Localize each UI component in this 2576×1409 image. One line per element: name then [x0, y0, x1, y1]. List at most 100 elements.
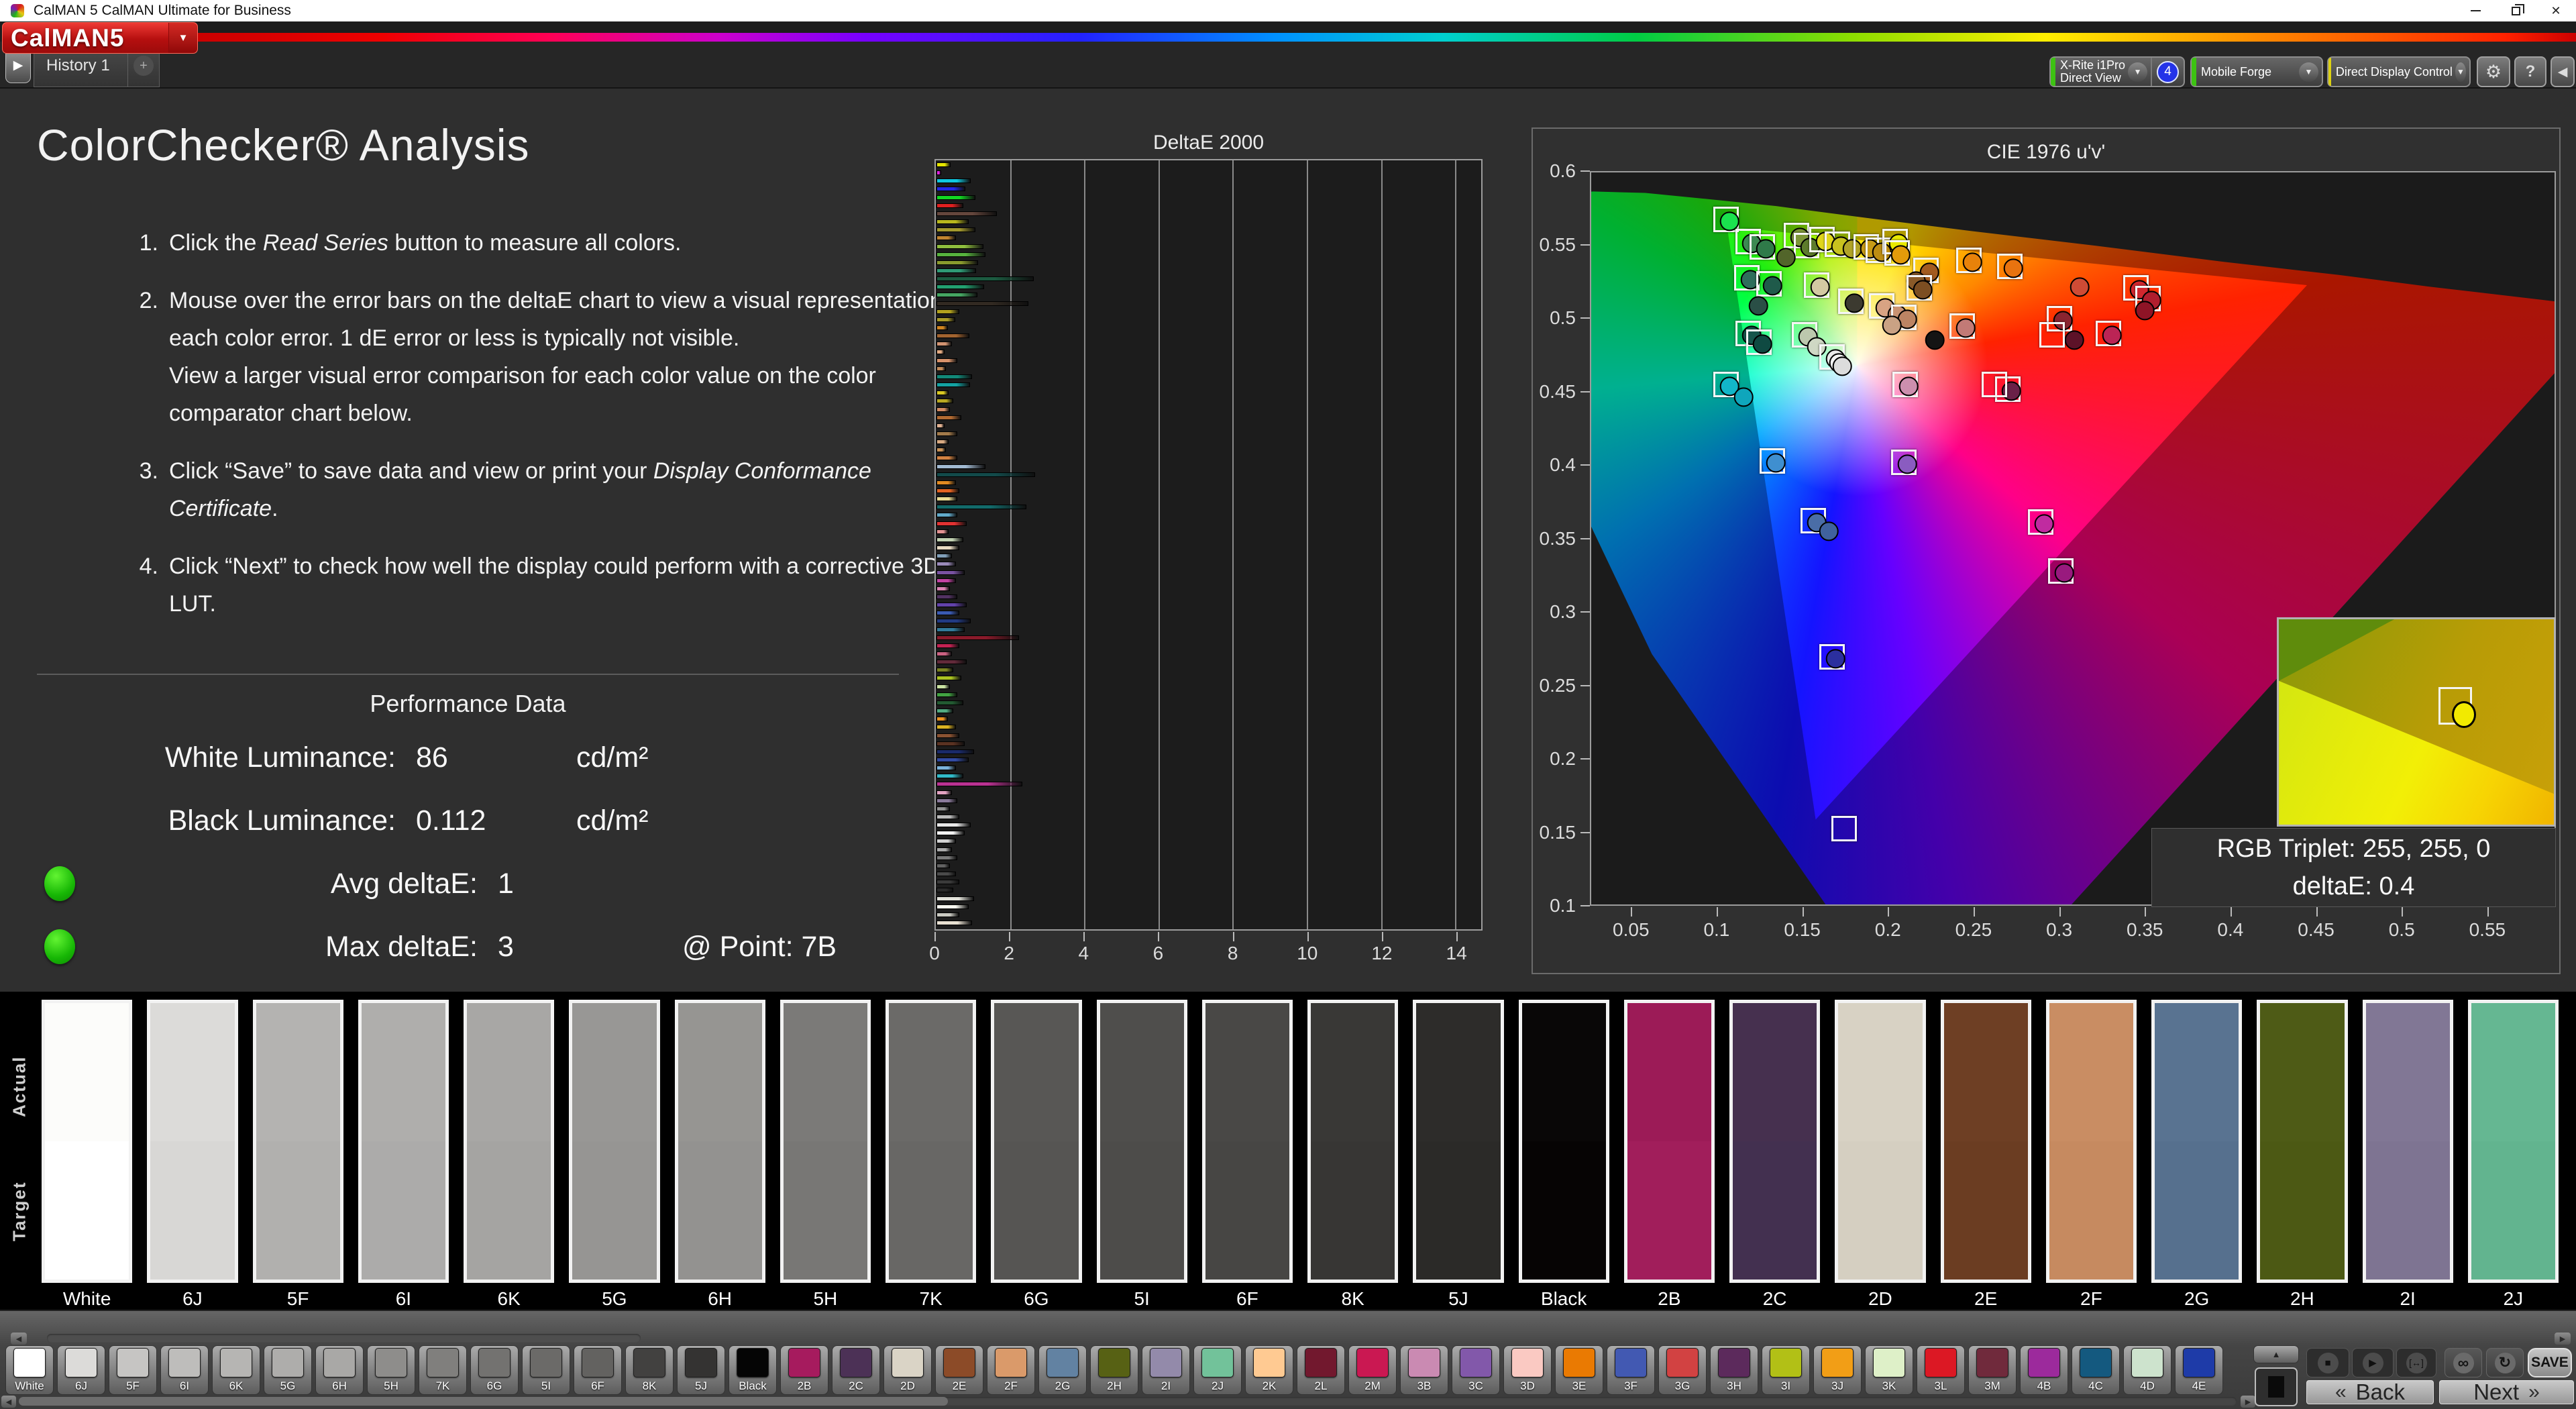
deltae-bar[interactable] [936, 635, 1019, 640]
deltae-bar[interactable] [936, 170, 941, 176]
swatch-scrollbar-thumb[interactable] [19, 1397, 948, 1406]
deltae-bar[interactable] [936, 586, 950, 591]
pattern-swatch-3e[interactable]: 3E [1555, 1345, 1603, 1395]
continuous-read-button[interactable]: ∞ [2445, 1348, 2482, 1377]
pattern-swatch-4b[interactable]: 4B [2020, 1345, 2068, 1395]
device-dropdown-1[interactable]: X-Rite i1Pro Direct View ▼ 4 [2049, 56, 2185, 87]
deltae-bar[interactable] [936, 276, 1034, 282]
deltae-bar[interactable] [936, 668, 954, 673]
deltae-bar[interactable] [936, 717, 948, 722]
deltae-bar[interactable] [936, 529, 949, 534]
device-dropdown-3[interactable]: Direct Display Control ▼ [2327, 56, 2471, 87]
deltae-bar[interactable] [936, 847, 953, 852]
deltae-bar[interactable] [936, 684, 950, 689]
pattern-swatch-5i[interactable]: 5I [522, 1345, 570, 1395]
pattern-swatch-5h[interactable]: 5H [367, 1345, 415, 1395]
deltae-bar[interactable] [936, 260, 978, 265]
deltae-bar[interactable] [936, 252, 985, 257]
pattern-swatch-white[interactable]: White [5, 1345, 54, 1395]
deltae-bar[interactable] [936, 203, 963, 208]
pattern-swatch-2i[interactable]: 2I [1142, 1345, 1190, 1395]
deltae-bar[interactable] [936, 293, 977, 298]
deltae-bar[interactable] [936, 488, 960, 493]
deltae-bar[interactable] [936, 839, 956, 844]
calman-logo-menu[interactable]: CalMAN 5 ▼ [2, 22, 198, 54]
hscroll-left-icon[interactable]: ◀ [1, 1396, 16, 1408]
pattern-swatch-7k[interactable]: 7K [419, 1345, 467, 1395]
deltae-bar[interactable] [936, 187, 966, 192]
deltae-bar[interactable] [936, 227, 976, 233]
deltae-bar[interactable] [936, 350, 945, 355]
pattern-swatch-8k[interactable]: 8K [625, 1345, 674, 1395]
pattern-swatch-black[interactable]: Black [729, 1345, 777, 1395]
deltae-bar[interactable] [936, 872, 956, 877]
pattern-swatch-4d[interactable]: 4D [2123, 1345, 2171, 1395]
pattern-swatch-6k[interactable]: 6K [212, 1345, 260, 1395]
scroll-right-icon[interactable]: ▶ [2555, 1333, 2571, 1345]
deltae-bar[interactable] [936, 399, 954, 404]
deltae-bar[interactable] [936, 537, 963, 542]
deltae-bar[interactable] [936, 521, 967, 526]
device-dropdown-2[interactable]: Mobile Forge ▼ [2190, 56, 2323, 87]
deltae-bar[interactable] [936, 815, 960, 819]
deltae-bar[interactable] [936, 651, 953, 656]
deltae-bar[interactable] [936, 896, 975, 901]
pattern-swatch-6h[interactable]: 6H [315, 1345, 364, 1395]
refresh-button[interactable]: ↻ [2486, 1348, 2524, 1377]
deltae-bar[interactable] [936, 236, 956, 241]
pattern-swatch-3f[interactable]: 3F [1607, 1345, 1655, 1395]
deltae-bar[interactable] [936, 692, 957, 697]
deltae-bar[interactable] [936, 700, 963, 705]
deltae-bar[interactable] [936, 325, 948, 330]
deltae-bar[interactable] [936, 244, 983, 249]
deltae-bar[interactable] [936, 505, 1026, 510]
deltae-bar[interactable] [936, 831, 965, 836]
pattern-swatch-2b[interactable]: 2B [780, 1345, 828, 1395]
save-button[interactable]: SAVE [2528, 1348, 2572, 1377]
pattern-swatch-3i[interactable]: 3I [1762, 1345, 1810, 1395]
pattern-swatch-2l[interactable]: 2L [1297, 1345, 1345, 1395]
deltae-bar[interactable] [936, 407, 950, 412]
back-button[interactable]: « Back [2306, 1379, 2434, 1404]
deltae-bar[interactable] [936, 912, 960, 917]
pattern-window-up-button[interactable]: ▲ [2253, 1345, 2299, 1363]
pattern-swatch-5f[interactable]: 5F [109, 1345, 157, 1395]
deltae-bar[interactable] [936, 806, 950, 811]
deltae-bar[interactable] [936, 660, 967, 665]
deltae-bar[interactable] [936, 594, 957, 599]
deltae-bar[interactable] [936, 741, 965, 746]
deltae-bar[interactable] [936, 562, 956, 567]
deltae-bar[interactable] [936, 309, 960, 314]
pattern-window-preview[interactable] [2255, 1367, 2298, 1406]
pattern-swatch-6f[interactable]: 6F [574, 1345, 622, 1395]
deltae-bar[interactable] [936, 374, 973, 379]
pattern-swatch-2e[interactable]: 2E [935, 1345, 983, 1395]
deltae-bar[interactable] [936, 554, 953, 559]
deltae-bar[interactable] [936, 456, 957, 461]
deltae-bar[interactable] [936, 757, 969, 762]
pattern-swatch-2f[interactable]: 2F [987, 1345, 1035, 1395]
pattern-swatch-6j[interactable]: 6J [57, 1345, 105, 1395]
deltae-bar[interactable] [936, 545, 960, 551]
top-scroll-track[interactable] [47, 1334, 641, 1343]
deltae-bar[interactable] [936, 570, 965, 575]
restore-button[interactable] [2496, 0, 2536, 21]
swatch-scrollbar[interactable] [19, 1397, 2237, 1406]
deltae-bar[interactable] [936, 619, 971, 624]
pattern-swatch-5g[interactable]: 5G [264, 1345, 312, 1395]
deltae-bar[interactable] [936, 382, 970, 388]
deltae-bar[interactable] [936, 643, 960, 648]
deltae-bar[interactable] [936, 513, 957, 518]
deltae-bar[interactable] [936, 603, 967, 608]
logo-dropdown-arrow-icon[interactable]: ▼ [168, 23, 197, 53]
pattern-swatch-5j[interactable]: 5J [677, 1345, 725, 1395]
deltae-bar[interactable] [936, 920, 973, 925]
read-series-button[interactable]: ▶ [2352, 1348, 2394, 1377]
scroll-left-icon[interactable]: ◀ [11, 1333, 27, 1345]
stop-button[interactable]: ■ [2306, 1348, 2349, 1377]
deltae-bar[interactable] [936, 415, 961, 420]
deltae-bar[interactable] [936, 611, 960, 616]
deltae-bar[interactable] [936, 431, 957, 436]
read-range-button[interactable]: [↔] [2396, 1348, 2436, 1377]
pattern-swatch-3m[interactable]: 3M [1968, 1345, 2017, 1395]
